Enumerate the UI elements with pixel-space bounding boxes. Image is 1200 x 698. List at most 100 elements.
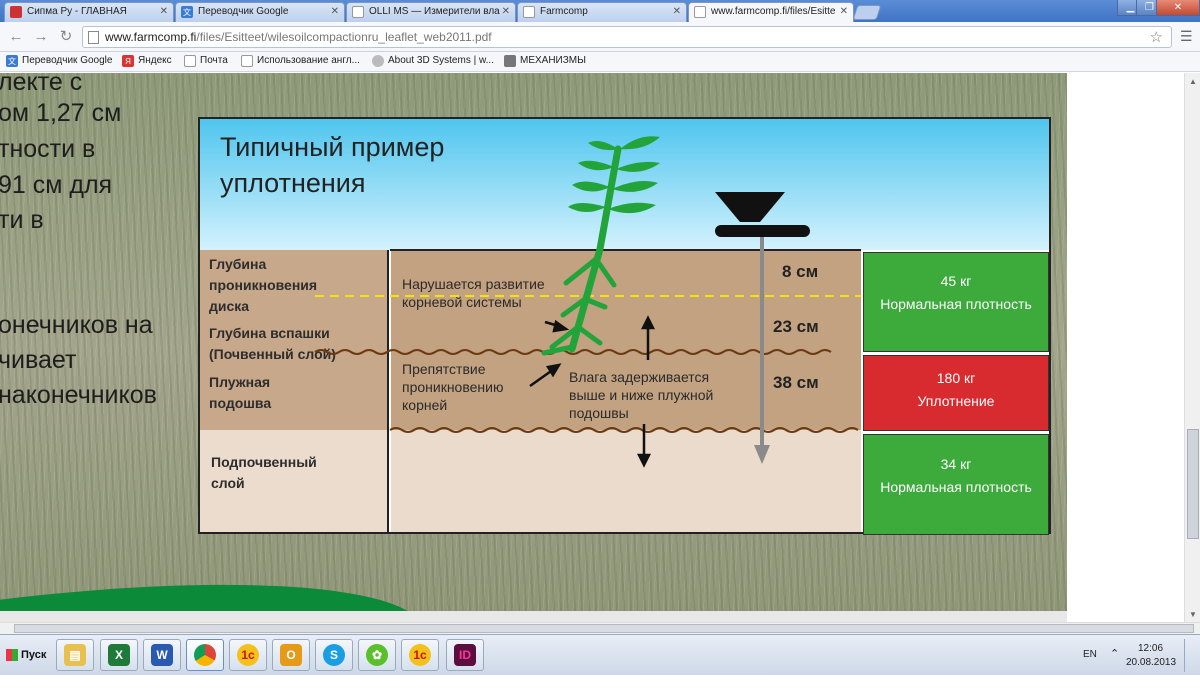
page-favicon-icon	[10, 6, 22, 18]
close-tab-icon[interactable]: ✕	[160, 6, 168, 17]
back-button[interactable]: ←	[6, 27, 26, 47]
bookmark-yandex[interactable]: Я Яндекс	[122, 55, 172, 67]
folder-icon: ▤	[64, 644, 86, 666]
skype-icon: S	[323, 644, 345, 666]
show-desktop-button[interactable]	[1184, 639, 1198, 672]
tab-google-translate[interactable]: 文 Переводчик Google ✕	[175, 2, 345, 22]
page-text-line: наконечников	[0, 381, 157, 409]
bookmarks-bar: 文 Переводчик Google Я Яндекс Почта Испол…	[0, 52, 1200, 72]
diagram-graphics	[314, 136, 861, 468]
chrome-taskbar-button[interactable]	[186, 639, 224, 671]
close-window-button[interactable]: ✕	[1156, 0, 1200, 16]
tab-farmcomp[interactable]: Farmcomp ✕	[517, 2, 687, 22]
bookmark-label: Яндекс	[138, 55, 172, 66]
page-text-line: ти в	[0, 206, 44, 234]
penetrometer-tip	[754, 445, 770, 464]
page-bottom-band	[0, 611, 1067, 622]
page-icon	[694, 6, 706, 18]
soil-compaction-diagram: Типичный пример уплотнения 45 кг Нормаль…	[198, 117, 1051, 535]
scrollbar-thumb[interactable]	[1187, 429, 1199, 539]
explorer-taskbar-button[interactable]: ▤	[56, 639, 94, 671]
vertical-scrollbar[interactable]: ▲ ▼	[1184, 73, 1200, 622]
windows-taskbar: Пуск ▤ X W 1с O S ✿ 1с ID EN ⌃ 12:06 20.…	[0, 634, 1200, 675]
outlook-icon: O	[280, 644, 302, 666]
page-text-line: 91 см для	[0, 171, 113, 199]
globe-icon	[372, 55, 384, 67]
tab-strip: Сипма Ру - ГЛАВНАЯ ✕ 文 Переводчик Google…	[0, 0, 1200, 22]
bookmark-english[interactable]: Использование англ...	[241, 55, 360, 67]
outlook-taskbar-button[interactable]: O	[272, 639, 310, 671]
scroll-up-icon[interactable]: ▲	[1185, 73, 1200, 89]
word-taskbar-button[interactable]: W	[143, 639, 181, 671]
pdf-page: лекте с ом 1,27 см тности в 91 см для ти…	[0, 73, 1067, 622]
yandex-icon: Я	[122, 55, 134, 67]
bookmark-label: МЕХАНИЗМЫ	[520, 55, 586, 66]
bookmark-label: About 3D Systems | w...	[388, 55, 494, 66]
horizontal-scrollbar[interactable]	[0, 622, 1200, 634]
1c-icon: 1с	[409, 644, 431, 666]
tab-farmcomp-pdf[interactable]: www.farmcomp.fi/files/Esitte ✕	[688, 2, 854, 22]
tab-title: Сипма Ру - ГЛАВНАЯ	[27, 6, 127, 17]
page-icon	[241, 55, 253, 67]
page-text-line: чивает	[0, 346, 77, 374]
clock-date[interactable]: 20.08.2013	[1126, 657, 1176, 698]
icq-flower-icon: ✿	[366, 644, 388, 666]
hardpan-boundary	[389, 427, 859, 433]
windows-logo-icon	[6, 649, 18, 661]
folder-icon	[504, 55, 516, 67]
wrench-menu-icon[interactable]: ☰	[1180, 28, 1194, 45]
translate-icon: 文	[6, 55, 18, 67]
icq-taskbar-button[interactable]: ✿	[358, 639, 396, 671]
excel-icon: X	[108, 644, 130, 666]
page-icon	[352, 6, 364, 18]
page-icon	[88, 31, 99, 44]
1c-icon: 1с	[237, 644, 259, 666]
pdf-viewport: лекте с ом 1,27 см тности в 91 см для ти…	[0, 73, 1200, 622]
page-icon	[523, 6, 535, 18]
scroll-down-icon[interactable]: ▼	[1185, 606, 1200, 622]
page-text-line: ом 1,27 см	[0, 99, 122, 127]
bookmark-mail[interactable]: Почта	[184, 55, 228, 67]
translate-icon: 文	[181, 6, 193, 18]
page-text-line: тности в	[0, 135, 96, 163]
horizontal-scrollbar-thumb[interactable]	[14, 624, 1194, 633]
bookmark-star-icon[interactable]: ☆	[1150, 28, 1163, 46]
reload-button[interactable]: ↻	[56, 27, 76, 47]
close-tab-icon[interactable]: ✕	[840, 6, 848, 17]
1c-taskbar-button[interactable]: 1с	[229, 639, 267, 671]
excel-taskbar-button[interactable]: X	[100, 639, 138, 671]
tab-sipma[interactable]: Сипма Ру - ГЛАВНАЯ ✕	[4, 2, 174, 22]
1c-second-taskbar-button[interactable]: 1с	[401, 639, 439, 671]
tab-title: Farmcomp	[540, 6, 588, 17]
close-tab-icon[interactable]: ✕	[502, 6, 510, 17]
indesign-icon: ID	[454, 644, 476, 666]
browser-toolbar: ← → ↻ www.farmcomp.fi/files/Esitteet/wil…	[0, 22, 1200, 52]
bookmark-3d-systems[interactable]: About 3D Systems | w...	[372, 55, 494, 67]
url-path: /files/Esitteet/wilesoilcompactionru_lea…	[196, 30, 492, 44]
bookmark-mechanisms[interactable]: МЕХАНИЗМЫ	[504, 55, 586, 67]
word-icon: W	[151, 644, 173, 666]
new-tab-button[interactable]	[852, 5, 882, 20]
chrome-icon	[194, 644, 216, 666]
tab-title: OLLI MS — Измерители вла	[369, 6, 500, 17]
indesign-taskbar-button[interactable]: ID	[446, 639, 484, 671]
start-button[interactable]: Пуск	[2, 642, 48, 668]
tab-olli-ms[interactable]: OLLI MS — Измерители вла ✕	[346, 2, 516, 22]
language-indicator[interactable]: EN	[1083, 649, 1097, 690]
close-tab-icon[interactable]: ✕	[673, 6, 681, 17]
bookmark-google-translate[interactable]: 文 Переводчик Google	[6, 55, 113, 67]
tab-title: www.farmcomp.fi/files/Esitte	[711, 6, 836, 17]
bookmark-label: Использование англ...	[257, 55, 360, 66]
bookmark-label: Переводчик Google	[22, 55, 113, 66]
forward-button[interactable]: →	[31, 27, 51, 47]
decorative-green-shape	[0, 541, 425, 622]
tray-expand-icon[interactable]: ⌃	[1110, 647, 1119, 688]
penetrometer-crossbar	[715, 225, 810, 237]
plant-roots	[541, 256, 617, 356]
tab-title: Переводчик Google	[198, 6, 289, 17]
penetrometer-handle	[715, 192, 785, 222]
skype-taskbar-button[interactable]: S	[315, 639, 353, 671]
close-tab-icon[interactable]: ✕	[331, 6, 339, 17]
direction-arrows	[529, 315, 656, 468]
address-bar[interactable]: www.farmcomp.fi/files/Esitteet/wilesoilc…	[82, 26, 1172, 48]
